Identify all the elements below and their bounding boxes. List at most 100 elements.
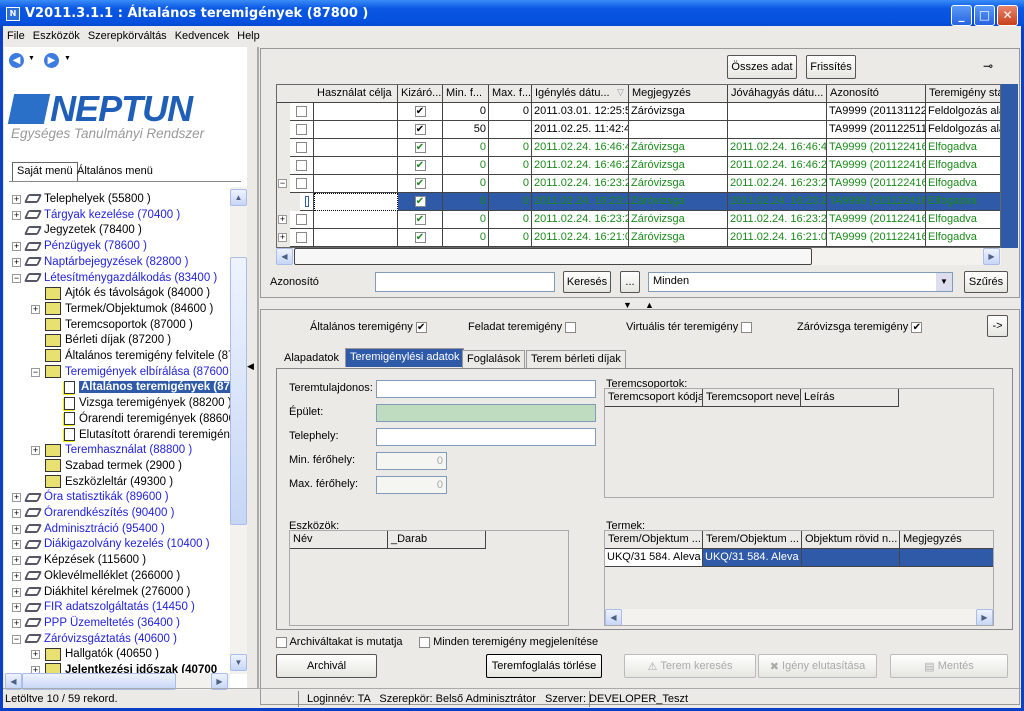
menu-favorites[interactable]: Kedvencek [175,30,229,42]
request-type-1[interactable]: Feladat teremigény [468,321,577,333]
exclusive-checkbox[interactable]: ✔ [414,213,426,225]
column-header[interactable]: Max. f... [489,85,532,103]
grid-cell[interactable] [290,121,314,139]
tree-item[interactable]: + Képzések (115600 ) [12,552,146,568]
column-header[interactable]: Min. f... [443,85,489,103]
grid-cell[interactable]: Záróvizsga [629,229,728,247]
grid-cell[interactable] [290,103,314,121]
exclusive-checkbox[interactable]: ✔ [414,123,426,135]
grid-cell[interactable]: 2011.02.24. 16:23:2 [728,175,827,193]
grid-cell[interactable]: 0 [443,139,489,157]
checkbox[interactable]: ✔ [415,321,427,333]
grid-cell[interactable]: Záróvizsga [629,193,728,211]
expander-icon[interactable]: + [31,304,40,314]
expander-icon[interactable]: + [31,666,40,673]
tree-item[interactable]: + PPP Üzemeltetés (36400 ) [12,615,180,631]
tree-item[interactable]: Szabad termek (2900 ) [45,458,182,474]
tree-item[interactable]: + Tárgyak kezelése (70400 ) [12,207,180,223]
filter-select[interactable]: Minden ▼ [648,272,953,292]
grid-cell[interactable]: Elfogadva [926,211,1000,229]
grid-cell[interactable]: 0 [489,175,532,193]
tree-item[interactable]: Általános teremigények (87 [64,379,230,395]
tree-item[interactable]: + Adminisztráció (95400 ) [12,521,165,537]
grid-cell[interactable]: ✔ [398,175,443,193]
grid-cell[interactable]: TA9999 (201122416 [827,193,926,211]
grid-cell[interactable]: 0 [443,103,489,121]
request-type-2[interactable]: Virtuális tér teremigény [626,321,753,333]
grid-cell[interactable] [300,193,314,211]
room-cell[interactable] [802,549,900,567]
table-row[interactable]: − ✔ 0 0 2011.02.24. 16:23:2 Záróvizsga 2011.02… [277,175,1000,193]
column-header[interactable]: Terem/Objektum ... [605,531,703,549]
request-type-0[interactable]: Általános teremigény ✔ [310,321,427,333]
exclusive-checkbox[interactable]: ✔ [414,105,426,117]
delete-booking-button[interactable]: Teremfoglalás törlése [486,654,602,678]
request-type-3[interactable]: Záróvizsga teremigény ✔ [797,321,923,333]
grid-cell[interactable]: ✔ [398,103,443,121]
table-row[interactable]: + ✔ 0 0 2011.02.24. 16:21:0 Záróvizsga 2011.02… [277,229,1000,247]
grid-cell[interactable] [314,121,398,139]
column-header[interactable]: Teremcsoport kódja [605,389,703,407]
grid-cell[interactable]: Elfogadva [926,157,1000,175]
grid-cell[interactable]: 2011.02.24. 16:23:2 [728,211,827,229]
checkbox[interactable] [296,141,307,153]
tree-item[interactable]: + Jelentkezési időszak (40700 [31,662,217,673]
id-search-input[interactable] [375,272,555,292]
expander-icon[interactable]: + [12,587,21,597]
exclusive-checkbox[interactable]: ✔ [414,177,426,189]
expander-icon[interactable]: − [12,634,21,644]
grid-cell[interactable]: Záróvizsga [629,157,728,175]
grid-cell[interactable]: TA9999 (201122511 [827,121,926,139]
grid-cell[interactable]: Záróvizsga [629,103,728,121]
grid-cell[interactable]: TA9999 (201122416 [827,139,926,157]
table-row[interactable]: ✔ 50 2011.02.25. 11:42:4 TA9999 (201122511 F… [277,121,1000,139]
tree-item[interactable]: − Záróvizsgáztatás (40600 ) [12,631,177,647]
room-search-button[interactable]: ⚠ Terem keresés [624,654,756,678]
splitter[interactable] [257,47,259,689]
table-row[interactable]: ✔ 0 0 2011.02.24. 16:46:2 Záróvizsga 2011.02.… [277,157,1000,175]
column-header[interactable]: Terem/Objektum ... [703,531,802,549]
forward-dropdown-icon[interactable]: ▼ [64,55,71,62]
grid-cell[interactable]: 0 [443,229,489,247]
tree-item[interactable]: Ajtók és távolságok (84000 ) [45,285,210,301]
expander-icon[interactable]: + [12,195,21,204]
column-header[interactable]: Használat célja [314,85,398,103]
grid-cell[interactable] [728,103,827,121]
max-capacity-input[interactable]: 0 [376,476,447,494]
grid-cell[interactable]: ✔ [398,229,443,247]
tree-vertical-scrollbar[interactable]: ▲ ▼ [230,187,247,674]
grid-cell[interactable]: TA9999 (201122416 [827,229,926,247]
grid-cell[interactable] [290,157,314,175]
grid-cell[interactable] [290,139,314,157]
checkbox[interactable] [565,321,577,333]
maximize-button[interactable]: □ [974,5,995,26]
checkbox[interactable] [304,195,309,207]
show-archived-checkbox[interactable]: Archiváltakat is mutatja [276,636,403,648]
column-header[interactable]: Igénylés dátu... [532,85,629,103]
column-header[interactable] [290,85,314,103]
grid-cell[interactable]: 2011.02.24. 16:23:2 [532,193,629,211]
grid-vertical-scrollbar[interactable] [1001,84,1018,248]
menu-help[interactable]: Help [237,30,260,42]
grid-cell[interactable]: 2011.02.24. 16:46:2 [728,157,827,175]
expander-icon[interactable]: + [31,446,40,456]
table-row[interactable]: ✔ 0 0 2011.02.24. 16:23:2 Záróvizsga 2011.02.… [277,193,1000,211]
filter-button[interactable]: Szűrés [964,271,1008,293]
expander-icon[interactable]: − [278,179,287,188]
tab-own-menu[interactable]: Saját menü [12,162,78,181]
grid-cell[interactable] [314,175,398,193]
exclusive-checkbox[interactable]: ✔ [414,195,426,207]
column-header[interactable]: Név [290,531,388,549]
tree-item[interactable]: + Termek/Objektumok (84600 ) [31,301,213,317]
tree-item[interactable]: Teremcsoportok (87000 ) [45,317,193,333]
rooms-horizontal-scrollbar[interactable]: ◀ ▶ [605,609,993,625]
grid-cell[interactable] [290,211,314,229]
grid-cell[interactable]: 2011.02.24. 16:46:4 [728,139,827,157]
grid-cell[interactable]: 2011.02.24. 16:23:2 [728,193,827,211]
column-header[interactable]: Kizáró... [398,85,443,103]
expander-icon[interactable]: + [12,242,21,252]
grid-cell[interactable] [314,139,398,157]
expander-icon[interactable]: + [12,257,21,267]
expander-icon[interactable]: + [12,509,21,518]
grid-cell[interactable] [290,229,314,247]
